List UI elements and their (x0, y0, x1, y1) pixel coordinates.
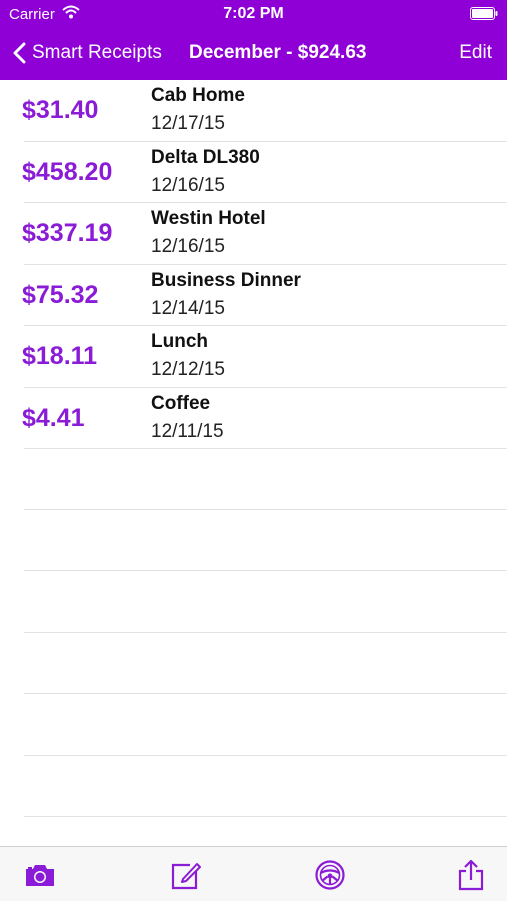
receipt-date: 12/17/15 (151, 113, 225, 134)
steering-wheel-icon[interactable] (314, 859, 346, 891)
compose-icon[interactable] (170, 859, 202, 891)
receipt-date: 12/16/15 (151, 174, 225, 196)
receipt-row[interactable]: $4.41 Coffee 12/11/15 (0, 388, 507, 449)
navigation-bar: Smart Receipts December - $924.63 Edit (0, 30, 507, 76)
back-button[interactable]: Smart Receipts (12, 38, 162, 68)
receipt-amount: $18.11 (22, 342, 98, 370)
receipt-amount: $4.41 (22, 403, 85, 432)
edit-button[interactable]: Edit (459, 42, 492, 64)
receipt-amount: $458.20 (22, 157, 113, 186)
receipt-name: Delta DL380 (151, 146, 260, 168)
receipt-amount: $337.19 (22, 219, 113, 247)
receipt-amount: $75.32 (22, 280, 99, 309)
back-button-label: Smart Receipts (32, 42, 162, 63)
empty-row-divider (24, 693, 507, 694)
receipt-row[interactable]: $18.11 Lunch 12/12/15 (0, 326, 507, 388)
page-title: December - $924.63 (189, 42, 367, 63)
receipt-name: Coffee (151, 392, 211, 414)
status-time: 7:02 PM (223, 5, 284, 22)
bottom-toolbar (0, 846, 507, 901)
receipt-row[interactable]: $458.20 Delta DL380 12/16/15 (0, 142, 507, 203)
empty-row-divider (24, 509, 507, 510)
status-bar: Carrier 7:02 PM (0, 0, 507, 28)
camera-icon[interactable] (24, 859, 56, 891)
empty-row-divider (24, 632, 507, 633)
share-icon[interactable] (455, 859, 487, 891)
receipt-name: Westin Hotel (151, 208, 266, 229)
receipt-date: 12/12/15 (151, 359, 225, 380)
row-divider (24, 448, 507, 449)
empty-row-divider (24, 816, 507, 817)
receipt-name: Lunch (151, 331, 208, 352)
empty-row-divider (24, 570, 507, 571)
receipt-row[interactable]: $31.40 Cab Home 12/17/15 (0, 80, 507, 142)
battery-icon (470, 7, 498, 20)
empty-row-divider (24, 755, 507, 756)
receipt-row[interactable]: $337.19 Westin Hotel 12/16/15 (0, 203, 507, 265)
receipt-row[interactable]: $75.32 Business Dinner 12/14/15 (0, 265, 507, 326)
receipt-date: 12/14/15 (151, 297, 225, 319)
receipt-name: Cab Home (151, 85, 245, 106)
receipt-date: 12/16/15 (151, 236, 225, 257)
receipt-name: Business Dinner (151, 269, 301, 291)
receipt-amount: $31.40 (22, 96, 99, 124)
receipt-date: 12/11/15 (151, 420, 224, 442)
header: Carrier 7:02 PM Smart Receipts December … (0, 0, 507, 80)
chevron-left-icon (13, 42, 26, 64)
receipt-list: $31.40 Cab Home 12/17/15 $458.20 Delta D… (0, 80, 507, 449)
